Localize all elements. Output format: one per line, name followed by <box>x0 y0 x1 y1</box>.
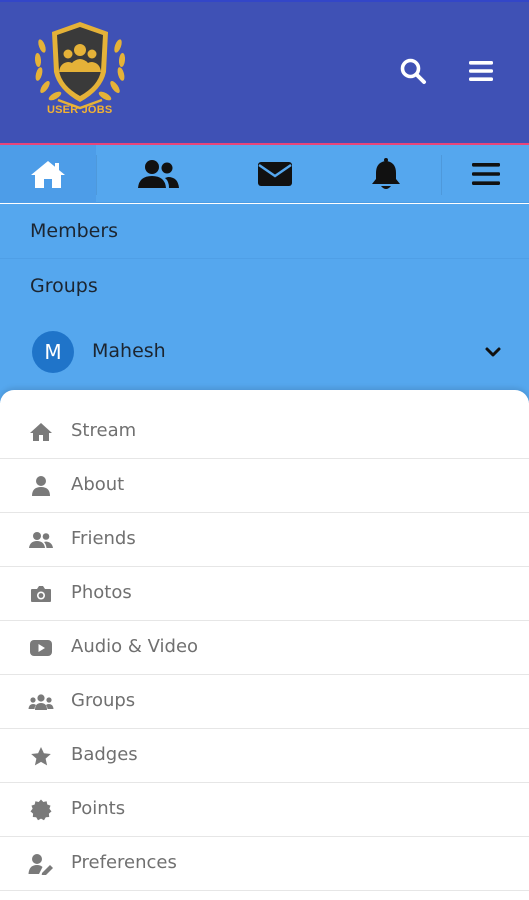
profile-menu-item-badges[interactable]: Badges <box>0 729 529 783</box>
profile-menu-label: Badges <box>71 744 138 765</box>
user-name: Mahesh <box>92 340 166 362</box>
nav-notifications[interactable] <box>336 145 436 203</box>
profile-menu-item-photos[interactable]: Photos <box>0 567 529 621</box>
menu-item-members[interactable]: Members <box>0 204 529 259</box>
profile-menu-panel: Stream About Friends Photos Audio & Vide… <box>0 390 529 900</box>
certificate-icon <box>28 799 54 821</box>
profile-menu-label: Friends <box>71 528 136 549</box>
profile-menu-item-preferences[interactable]: Preferences <box>0 837 529 891</box>
search-icon[interactable] <box>396 54 430 88</box>
chevron-down-icon <box>485 347 501 357</box>
profile-menu-item-stream[interactable]: Stream <box>0 405 529 459</box>
profile-menu-label: Stream <box>71 420 137 441</box>
avatar: M <box>32 331 74 373</box>
profile-menu-item-groups[interactable]: Groups <box>0 675 529 729</box>
profile-menu-label: Points <box>71 798 126 819</box>
app-header: USER JOBS <box>0 0 529 145</box>
bell-icon <box>372 158 400 189</box>
nav-home[interactable] <box>0 145 96 203</box>
user-icon <box>28 475 54 497</box>
nav-messages[interactable] <box>225 145 325 203</box>
star-icon <box>28 745 54 767</box>
profile-menu-label: About <box>71 474 125 495</box>
nav-members[interactable] <box>108 145 208 203</box>
user-edit-icon <box>28 853 54 875</box>
profile-menu-label: Audio & Video <box>71 636 199 657</box>
profile-menu-item-friends[interactable]: Friends <box>0 513 529 567</box>
profile-menu-item-points[interactable]: Points <box>0 783 529 837</box>
hamburger-menu-icon[interactable] <box>464 54 498 88</box>
menu-item-groups[interactable]: Groups <box>0 259 529 314</box>
groups-icon <box>28 691 54 713</box>
nav-divider <box>96 155 97 195</box>
nav-divider <box>441 155 442 195</box>
camera-icon <box>28 583 54 605</box>
profile-menu-item-audio-video[interactable]: Audio & Video <box>0 621 529 675</box>
profile-menu-label: Preferences <box>71 852 177 873</box>
youtube-play-icon <box>28 637 54 659</box>
nav-more[interactable] <box>443 145 529 203</box>
profile-menu-label: Photos <box>71 582 132 603</box>
profile-menu-label: Groups <box>71 690 136 711</box>
profile-menu-item-about[interactable]: About <box>0 459 529 513</box>
envelope-icon <box>258 162 292 186</box>
hamburger-menu-icon <box>472 163 500 185</box>
icon-nav-bar <box>0 145 529 203</box>
home-icon <box>31 161 65 188</box>
menu-item-label: Groups <box>30 275 98 297</box>
home-icon <box>28 421 54 443</box>
logo-text: USER JOBS <box>47 104 113 116</box>
menu-item-label: Members <box>30 220 119 242</box>
users-icon <box>138 160 179 188</box>
friends-icon <box>28 529 54 551</box>
